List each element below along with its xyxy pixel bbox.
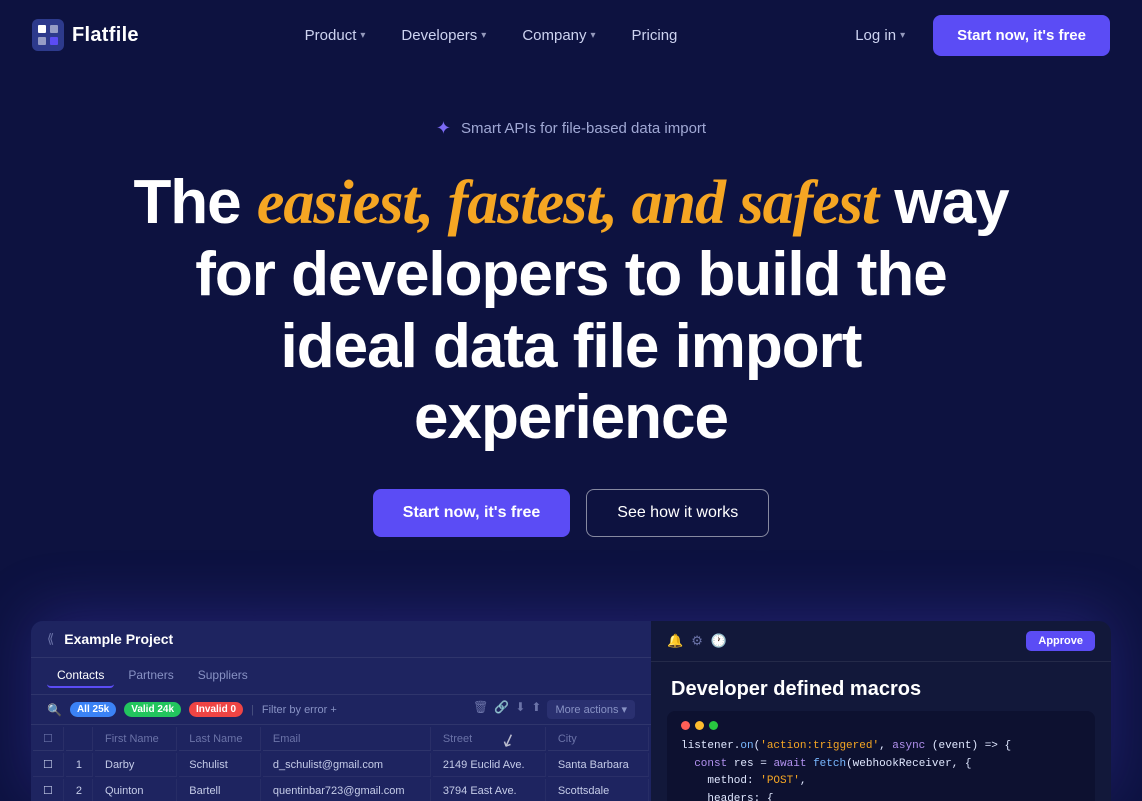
demo-header: ⟪ Example Project <box>31 621 651 658</box>
code-window: listener.on('action:triggered', async (e… <box>667 711 1095 801</box>
demo-tabs: Contacts Partners Suppliers <box>31 658 651 695</box>
col-street: Street <box>433 727 546 751</box>
cta-button[interactable]: Start now, it's free <box>933 15 1110 56</box>
code-line-2: const res = await fetch(webhookReceiver,… <box>681 756 1081 774</box>
logo-area: Flatfile <box>32 19 139 51</box>
hero-highlight: easiest, fastest, and safest <box>257 169 878 237</box>
collapse-icon: ⟪ <box>47 631 54 647</box>
download-icon[interactable]: ⬇ <box>515 700 525 719</box>
dot-yellow <box>695 721 704 730</box>
table-row: ☐ 2 Quinton Bartell quentinbar723@gmail.… <box>33 779 649 801</box>
hero-title: The easiest, fastest, and safest way for… <box>131 167 1011 453</box>
table-row: ☐ 1 Darby Schulist d_schulist@gmail.com … <box>33 753 649 777</box>
col-email: Email <box>263 727 431 751</box>
project-title: Example Project <box>64 631 173 647</box>
see-how-button[interactable]: See how it works <box>586 489 769 537</box>
badge-valid[interactable]: Valid 24k <box>124 702 181 717</box>
code-panel-header: 🔔 ⚙ 🕐 Approve <box>651 621 1111 662</box>
nav-menu: Product ▾ Developers ▾ Company ▾ Pricing <box>291 19 692 52</box>
chevron-down-icon: ▾ <box>591 30 596 41</box>
nav-item-developers[interactable]: Developers ▾ <box>387 19 500 52</box>
window-dots <box>681 721 1081 730</box>
macro-title: Developer defined macros <box>651 662 1111 711</box>
col-check: ☐ <box>33 727 64 751</box>
upload-icon[interactable]: ⬆ <box>531 700 541 719</box>
dot-green <box>709 721 718 730</box>
nav-item-pricing[interactable]: Pricing <box>618 19 692 52</box>
code-panel: 🔔 ⚙ 🕐 Approve Developer defined macros l… <box>651 621 1111 801</box>
clock-icon[interactable]: 🕐 <box>711 633 727 649</box>
toolbar: 🔍 All 25k Valid 24k Invalid 0 | Filter b… <box>31 695 651 725</box>
spreadsheet-panel: ⟪ Example Project Contacts Partners Supp… <box>31 621 651 801</box>
chevron-down-icon: ▾ <box>360 30 365 41</box>
tab-partners[interactable]: Partners <box>118 664 183 688</box>
code-line-4: headers: { <box>681 791 1081 801</box>
badge-invalid[interactable]: Invalid 0 <box>189 702 243 717</box>
demo-area: ⟪ Example Project Contacts Partners Supp… <box>31 621 1111 801</box>
start-now-button[interactable]: Start now, it's free <box>373 489 570 537</box>
hero-buttons: Start now, it's free See how it works <box>373 489 769 537</box>
chevron-down-icon: ▾ <box>900 30 905 41</box>
col-lastname: Last Name <box>179 727 261 751</box>
login-button[interactable]: Log in ▾ <box>843 19 917 52</box>
delete-icon[interactable]: 🗑 <box>473 700 488 719</box>
brand-name: Flatfile <box>72 24 139 47</box>
hero-badge: ✦ Smart APIs for file-based data import <box>436 118 706 139</box>
link-icon[interactable]: 🔗 <box>494 700 509 719</box>
nav-item-product[interactable]: Product ▾ <box>291 19 380 52</box>
chevron-down-icon: ▾ <box>621 703 627 716</box>
nav-item-company[interactable]: Company ▾ <box>508 19 609 52</box>
badge-all[interactable]: All 25k <box>70 702 116 717</box>
code-content: listener.on('action:triggered', async (e… <box>681 738 1081 801</box>
tab-suppliers[interactable]: Suppliers <box>188 664 258 688</box>
col-city: City <box>548 727 649 751</box>
dot-red <box>681 721 690 730</box>
bell-icon[interactable]: 🔔 <box>667 633 683 649</box>
nav-right: Log in ▾ Start now, it's free <box>843 15 1110 56</box>
more-actions-button[interactable]: More actions ▾ <box>547 700 635 719</box>
settings-icon[interactable]: ⚙ <box>691 633 703 649</box>
chevron-down-icon: ▾ <box>481 30 486 41</box>
diamond-icon: ✦ <box>436 118 451 139</box>
logo-icon <box>32 19 64 51</box>
tab-contacts[interactable]: Contacts <box>47 664 114 688</box>
col-rownum <box>66 727 93 751</box>
code-line-1: listener.on('action:triggered', async (e… <box>681 738 1081 756</box>
toolbar-actions: 🗑 🔗 ⬇ ⬆ More actions ▾ <box>473 700 635 719</box>
approve-button[interactable]: Approve <box>1026 631 1095 651</box>
data-table: ☐ First Name Last Name Email Street City… <box>31 725 651 801</box>
navbar: Flatfile Product ▾ Developers ▾ Company … <box>0 0 1142 70</box>
code-header-icons: 🔔 ⚙ 🕐 <box>667 633 727 649</box>
filter-button[interactable]: Filter by error + <box>262 704 337 716</box>
code-line-3: method: 'POST', <box>681 773 1081 791</box>
col-firstname: First Name <box>95 727 177 751</box>
search-icon[interactable]: 🔍 <box>47 703 62 717</box>
hero-section: ✦ Smart APIs for file-based data import … <box>0 70 1142 621</box>
